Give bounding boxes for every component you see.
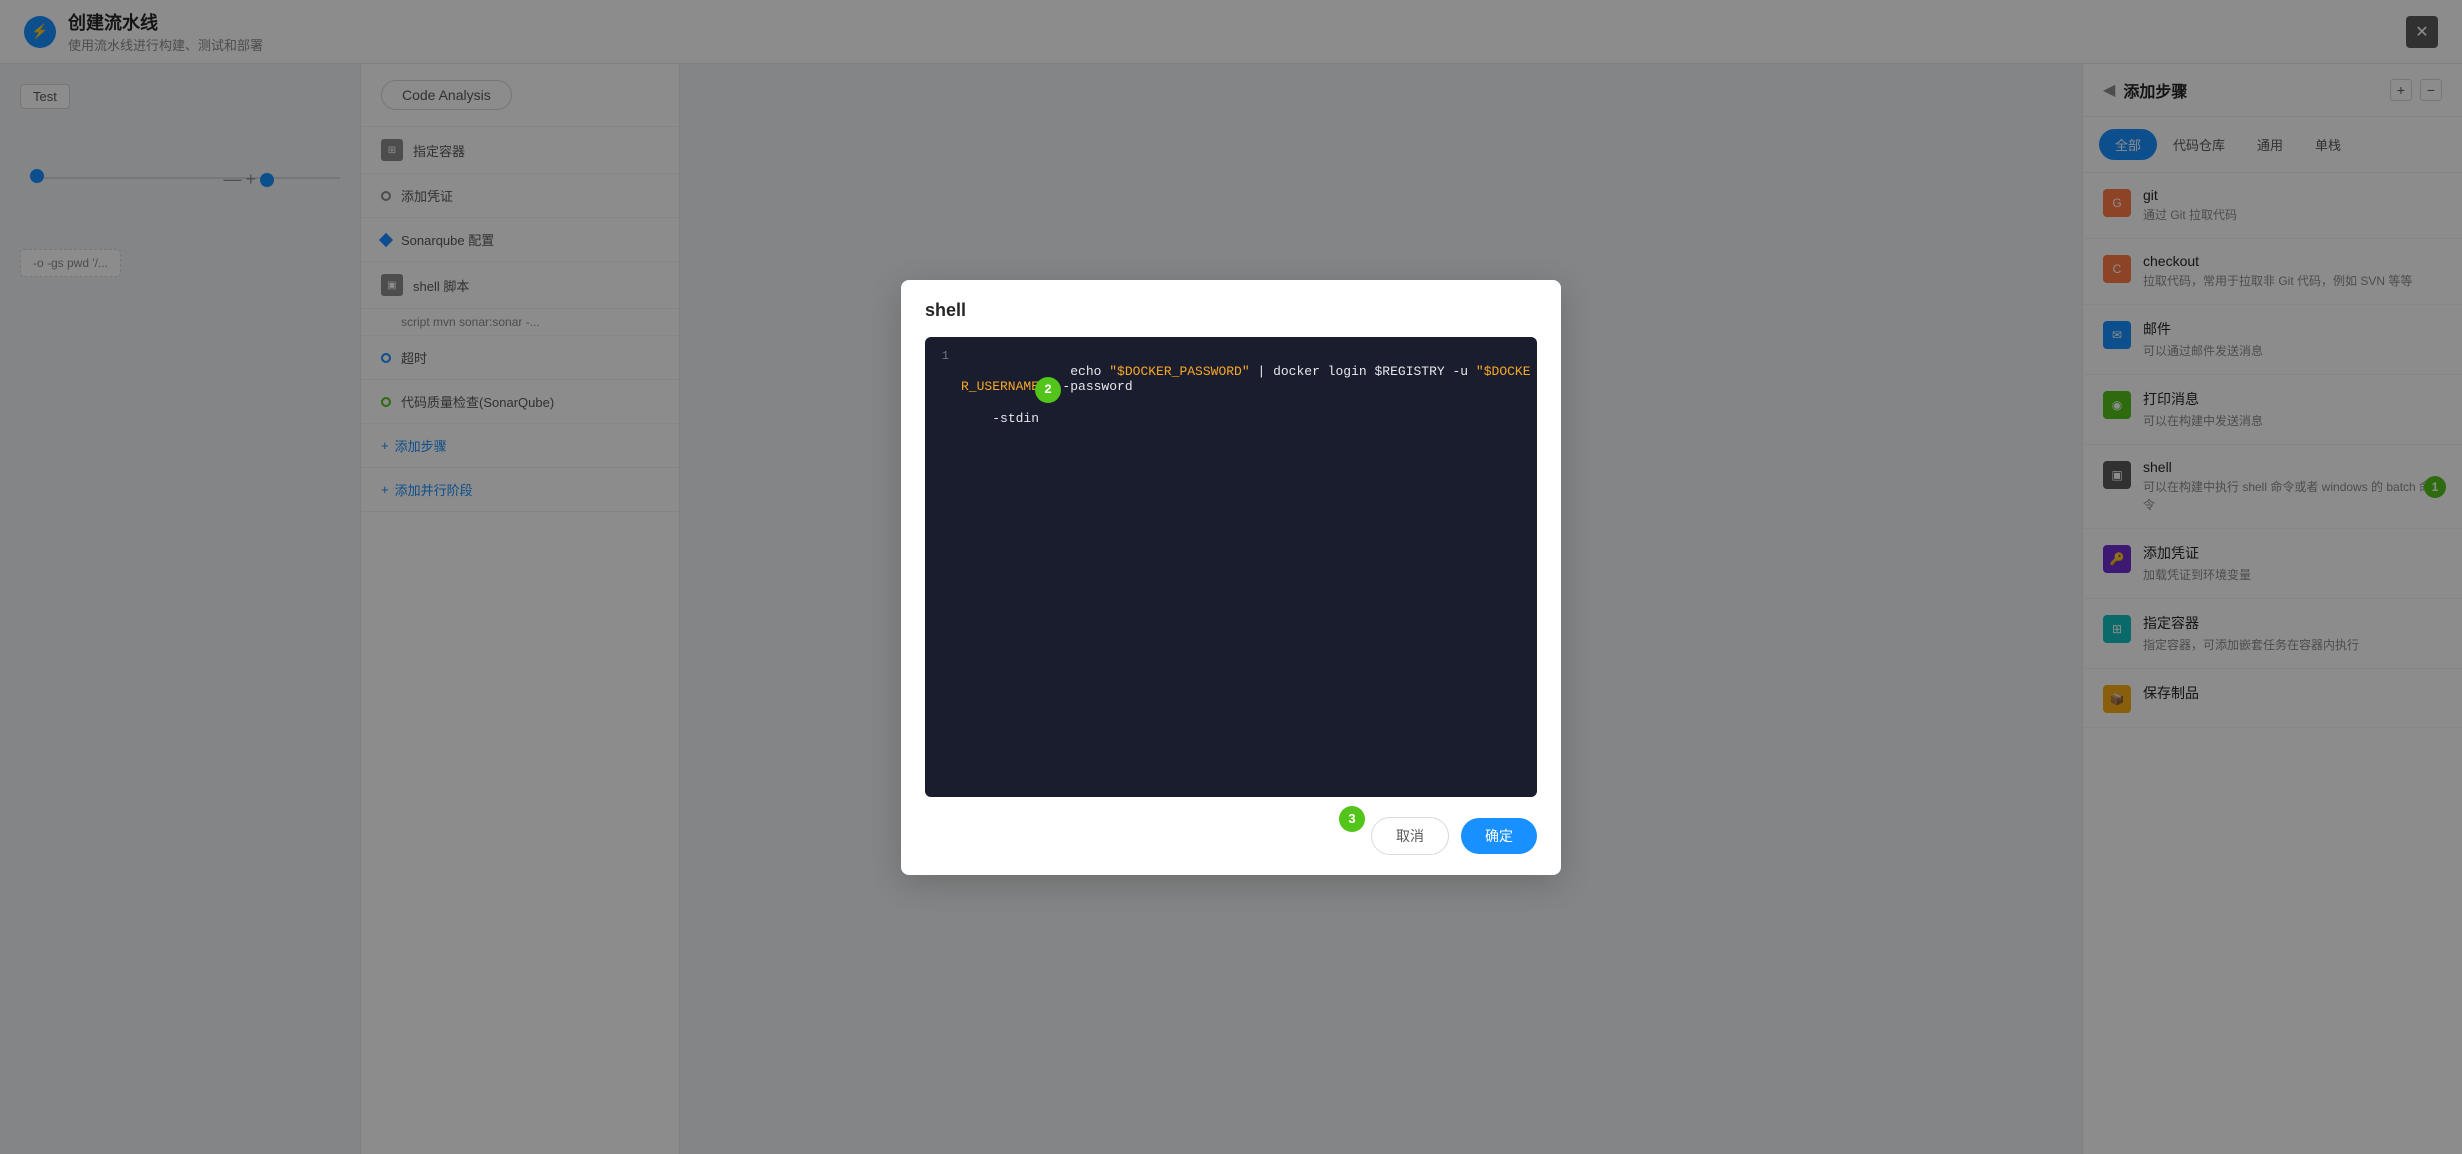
code-middle: | docker login $REGISTRY -u	[1250, 364, 1476, 379]
step-badge-3: 3	[1339, 806, 1365, 832]
shell-modal: shell 1 echo "$DOCKER_PASSWORD" | docker…	[901, 280, 1561, 875]
modal-body: 1 echo "$DOCKER_PASSWORD" | docker login…	[901, 337, 1561, 797]
code-echo: echo	[1070, 364, 1109, 379]
line-content-2: -stdin	[961, 409, 1537, 426]
code-editor[interactable]: 1 echo "$DOCKER_PASSWORD" | docker login…	[925, 337, 1537, 797]
line-number-2: 1	[925, 409, 961, 425]
modal-overlay: shell 1 echo "$DOCKER_PASSWORD" | docker…	[0, 0, 2462, 1154]
cancel-button[interactable]: 取消	[1371, 817, 1449, 855]
code-string1: "$DOCKER_PASSWORD"	[1109, 364, 1249, 379]
modal-header: shell	[901, 280, 1561, 337]
line-number-1: 1	[925, 347, 961, 363]
step-badge-2: 2	[1035, 377, 1061, 403]
modal-footer: 3 取消 确定	[901, 797, 1561, 875]
confirm-button[interactable]: 确定	[1461, 818, 1537, 854]
modal-title: shell	[925, 300, 966, 320]
code-line-2: 1 -stdin 2	[925, 409, 1537, 431]
code-line-1: 1 echo "$DOCKER_PASSWORD" | docker login…	[925, 347, 1537, 409]
